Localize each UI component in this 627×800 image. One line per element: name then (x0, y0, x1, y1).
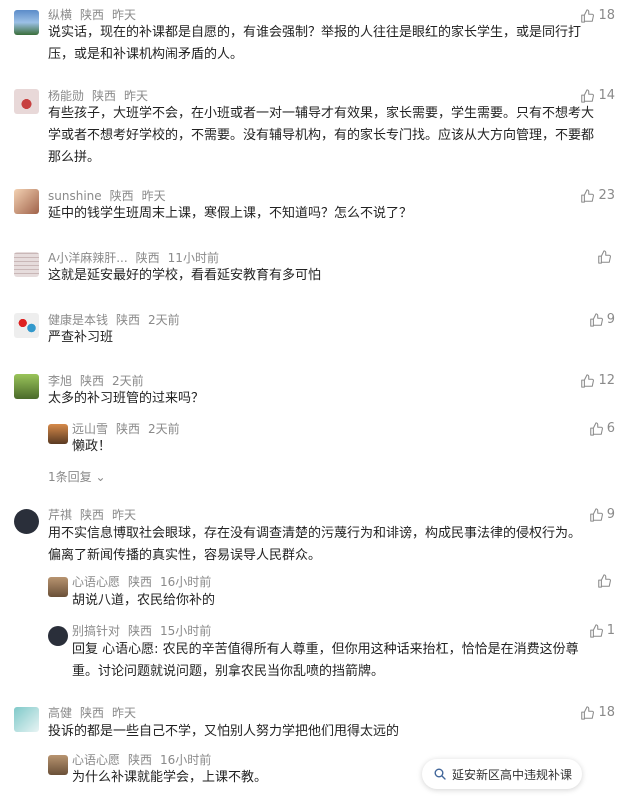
avatar[interactable] (48, 577, 68, 597)
reply-time: 2天前 (148, 422, 180, 436)
comment-time: 11小时前 (167, 251, 219, 265)
comment-text: 太多的补习班管的过来吗？ (48, 391, 205, 406)
comment-time: 昨天 (112, 8, 137, 22)
like-count: 18 (598, 705, 615, 720)
like-button[interactable]: 18 (580, 705, 615, 721)
like-button[interactable]: 6 (589, 421, 615, 437)
comment-region: 陕西 (80, 374, 105, 388)
avatar[interactable] (48, 626, 68, 646)
like-button[interactable] (597, 574, 615, 588)
reply-username[interactable]: 远山雪 (72, 422, 108, 436)
like-button[interactable]: 18 (580, 8, 615, 24)
like-button[interactable]: 14 (580, 88, 615, 104)
like-button[interactable]: 12 (580, 373, 615, 389)
like-button[interactable]: 9 (589, 312, 615, 328)
thumbs-up-icon (581, 706, 595, 720)
reply-text: 为什么补课就能学会，上课不教。 (72, 770, 268, 785)
comment-username[interactable]: 健康是本钱 (48, 313, 108, 327)
comment-username[interactable]: 纵横 (48, 8, 72, 22)
thumbs-up-icon (589, 422, 603, 436)
reply-time: 15小时前 (160, 624, 212, 638)
avatar[interactable] (48, 755, 68, 775)
thumbs-up-icon (589, 313, 603, 327)
avatar[interactable] (48, 424, 68, 444)
comment-username[interactable]: 李旭 (48, 374, 72, 388)
like-count: 1 (606, 623, 615, 638)
search-icon (434, 768, 446, 780)
reply-time: 16小时前 (160, 575, 212, 589)
thumbs-up-icon (589, 624, 603, 638)
comment-text: 投诉的都是一些自己不学，又怕别人努力学把他们甩得太远的 (48, 724, 400, 739)
reply-text: 胡说八道，农民给你补的 (72, 593, 216, 608)
thumbs-up-icon (598, 250, 611, 264)
comment-region: 陕西 (80, 508, 105, 522)
comment-text: 严查补习班 (48, 330, 114, 345)
reply-region: 陕西 (128, 753, 153, 767)
like-button[interactable]: 23 (580, 188, 615, 204)
reply-username[interactable]: 别搞针对 (72, 624, 120, 638)
comment-time: 2天前 (112, 374, 144, 388)
like-count: 18 (598, 8, 615, 23)
thumbs-up-icon (589, 508, 603, 522)
like-count: 9 (606, 507, 615, 522)
like-button[interactable]: 1 (589, 623, 615, 639)
reply-region: 陕西 (128, 575, 153, 589)
related-search-label: 延安新区高中违规补课 (452, 767, 573, 782)
like-count: 9 (606, 312, 615, 327)
comment-time: 昨天 (141, 189, 166, 203)
comment-text: 这就是延安最好的学校，看看延安教育有多可怕 (48, 268, 322, 283)
comment-username[interactable]: 芹祺 (48, 508, 72, 522)
reply-text: 懒政！ (72, 439, 112, 454)
avatar[interactable] (14, 189, 39, 214)
comment-text: 延中的钱学生班周末上课，寒假上课，不知道吗？怎么不说了？ (48, 206, 413, 221)
avatar[interactable] (14, 89, 39, 114)
reply-region: 陕西 (128, 624, 153, 638)
like-count: 12 (598, 373, 615, 388)
avatar[interactable] (14, 10, 39, 35)
comment-username[interactable]: sunshine (48, 189, 102, 203)
avatar[interactable] (14, 374, 39, 399)
comment-region: 陕西 (80, 706, 105, 720)
comment-text: 说实话，现在的补课都是自愿的，有谁会强制？举报的人往往是眼红的家长学生，或是同行… (48, 25, 582, 62)
avatar[interactable] (14, 509, 39, 534)
reply-text: 回复 心语心愿: 农民的辛苦值得所有人尊重，但你用这种话来抬杠，恰恰是在消费这份… (72, 642, 579, 679)
related-search-button[interactable]: 延安新区高中违规补课 (422, 759, 582, 789)
thumbs-up-icon (581, 9, 595, 23)
comment-region: 陕西 (92, 89, 117, 103)
comment-time: 昨天 (124, 89, 149, 103)
avatar[interactable] (14, 313, 39, 338)
avatar[interactable] (14, 252, 39, 277)
comment-region: 陕西 (135, 251, 160, 265)
reply-username[interactable]: 心语心愿 (72, 753, 120, 767)
comment-region: 陕西 (109, 189, 134, 203)
reply-time: 16小时前 (160, 753, 212, 767)
thumbs-up-icon (581, 89, 595, 103)
comment-time: 昨天 (112, 706, 137, 720)
comment-region: 陕西 (116, 313, 141, 327)
chevron-down-icon: ⌄ (95, 470, 106, 484)
comment-username[interactable]: A小洋麻辣肝... (48, 251, 128, 265)
like-button[interactable] (597, 250, 615, 264)
comment-username[interactable]: 高健 (48, 706, 72, 720)
like-count: 14 (598, 88, 615, 103)
reply-username[interactable]: 心语心愿 (72, 575, 120, 589)
more-replies-link[interactable]: 1条回复 ⌄ (48, 468, 106, 485)
like-count: 6 (606, 421, 615, 436)
comment-time: 2天前 (148, 313, 180, 327)
comment-text: 用不实信息博取社会眼球，存在没有调查清楚的污蔑行为和诽谤，构成民事法律的侵权行为… (48, 526, 582, 563)
thumbs-up-icon (581, 374, 595, 388)
thumbs-up-icon (581, 189, 595, 203)
comment-text: 有些孩子，大班学不会，在小班或者一对一辅导才有效果，家长需要，学生需要。只有不想… (48, 106, 595, 165)
like-count: 23 (598, 188, 615, 203)
reply-region: 陕西 (116, 422, 141, 436)
comment-username[interactable]: 杨能勋 (48, 89, 84, 103)
comment-time: 昨天 (112, 508, 137, 522)
avatar[interactable] (14, 707, 39, 732)
thumbs-up-icon (598, 574, 611, 588)
like-button[interactable]: 9 (589, 507, 615, 523)
comment-region: 陕西 (80, 8, 105, 22)
